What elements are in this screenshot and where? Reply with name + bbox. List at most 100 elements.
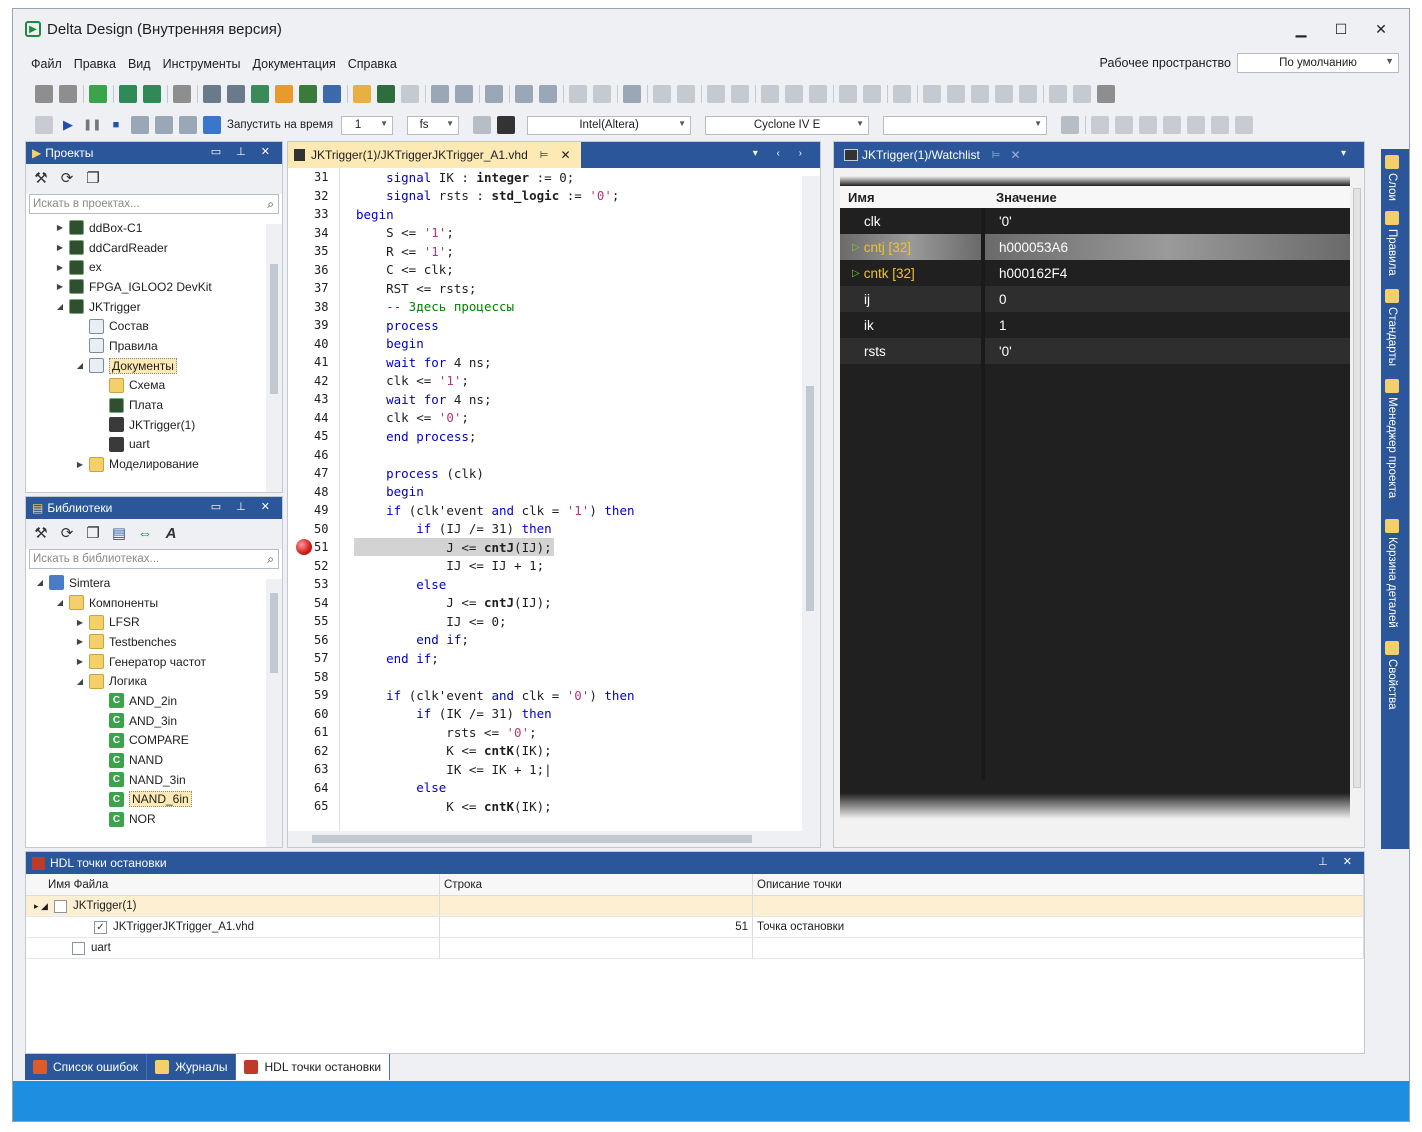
collapse-icon[interactable]: ❐: [84, 170, 102, 188]
tree-item[interactable]: C NAND_6in: [26, 790, 282, 810]
toolbar-tool-icon[interactable]: [1019, 85, 1037, 103]
toolbar-tool-icon[interactable]: [173, 85, 191, 103]
tree-item[interactable]: C NOR: [26, 809, 282, 829]
pin-icon[interactable]: [1061, 116, 1080, 134]
grid-icon[interactable]: [1163, 116, 1182, 134]
tree-item[interactable]: ▶ ex: [26, 257, 282, 277]
toolbar-tool-icon[interactable]: [323, 85, 341, 103]
expand-arrow-icon[interactable]: ▶: [54, 282, 66, 291]
expand-arrow-icon[interactable]: ▸ ◢: [34, 901, 48, 912]
toolbar-tool-icon[interactable]: [401, 85, 419, 103]
step-over-icon[interactable]: [155, 116, 173, 134]
watch-scrollbar[interactable]: [1350, 178, 1364, 818]
expand-arrow-icon[interactable]: ▶: [74, 460, 86, 469]
tree-item[interactable]: C AND_2in: [26, 691, 282, 711]
tree-item[interactable]: uart: [26, 435, 282, 455]
toolbar-tool-icon[interactable]: [377, 85, 395, 103]
code-line[interactable]: 60 if (IK /= 31) then: [288, 705, 802, 724]
chevron-down-icon[interactable]: ▾: [1341, 148, 1354, 159]
tree-item[interactable]: ▶ ddCardReader: [26, 238, 282, 258]
tree-item[interactable]: ▶ FPGA_IGLOO2 DevKit: [26, 277, 282, 297]
code-line[interactable]: 54 J <= cntJ(IJ);: [288, 594, 802, 613]
side-dock-item[interactable]: Правила: [1385, 211, 1399, 276]
expand-arrow-icon[interactable]: ▶: [74, 618, 86, 627]
code-line[interactable]: 53 else: [288, 575, 802, 594]
grid-icon[interactable]: [1115, 116, 1134, 134]
toolbar-tool-icon[interactable]: [839, 85, 857, 103]
toolbar-tool-icon[interactable]: [431, 85, 449, 103]
pause-icon[interactable]: ❚❚: [83, 116, 101, 134]
code-line[interactable]: 61 rsts <= '0';: [288, 723, 802, 742]
scroll-thumb[interactable]: [806, 386, 814, 611]
expand-arrow-icon[interactable]: ▶: [74, 657, 86, 666]
projects-scrollbar[interactable]: [266, 224, 282, 492]
code-line[interactable]: 56 end if;: [288, 631, 802, 650]
toolbar-tool-icon[interactable]: [569, 85, 587, 103]
tab-vhd-file[interactable]: JKTrigger(1)/JKTriggerJKTrigger_A1.vhd ⊨…: [288, 142, 581, 168]
side-dock-item[interactable]: Слои: [1385, 155, 1399, 201]
tree-item[interactable]: ▶ ddBox-C1: [26, 218, 282, 238]
code-line[interactable]: 52 IJ <= IJ + 1;: [288, 557, 802, 576]
library-icon[interactable]: ▤: [110, 525, 128, 543]
code-line[interactable]: 36 C <= clk;: [288, 261, 802, 280]
refresh-icon[interactable]: ⟳: [58, 170, 76, 188]
toolbar-tool-icon[interactable]: [785, 85, 803, 103]
code-area[interactable]: 31 signal IK : integer := 0; 32 signal rs…: [288, 168, 820, 831]
toolbar-tool-icon[interactable]: [353, 85, 371, 103]
scroll-thumb[interactable]: [270, 593, 278, 673]
expand-arrow-icon[interactable]: ◢: [74, 677, 86, 686]
expand-arrow-icon[interactable]: ▶: [74, 637, 86, 646]
tree-item[interactable]: ◢ Логика: [26, 671, 282, 691]
step-back-icon[interactable]: [473, 116, 492, 134]
tree-item[interactable]: Правила: [26, 336, 282, 356]
menu-documentation[interactable]: Документация: [247, 57, 342, 71]
libraries-search-input[interactable]: Искать в библиотеках... ⌕: [29, 549, 279, 569]
layout-icon[interactable]: [1211, 116, 1230, 134]
move-icon[interactable]: ⇔: [136, 525, 154, 543]
stop-icon[interactable]: ■: [107, 116, 125, 134]
code-line[interactable]: 39 process: [288, 316, 802, 335]
step-out-icon[interactable]: [179, 116, 197, 134]
toolbar-tool-icon[interactable]: [893, 85, 911, 103]
breakpoint-checkbox[interactable]: ✓: [94, 920, 107, 934]
code-line[interactable]: 31 signal IK : integer := 0;: [288, 168, 802, 187]
breakpoint-row[interactable]: uart: [26, 938, 1364, 959]
layout-icon[interactable]: [1235, 116, 1254, 134]
code-line[interactable]: 40 begin: [288, 335, 802, 354]
menu-help[interactable]: Справка: [342, 57, 403, 71]
tree-item[interactable]: Плата: [26, 395, 282, 415]
extra-select[interactable]: ▼: [883, 115, 1048, 135]
code-line[interactable]: 63 IK <= IK + 1;|: [288, 760, 802, 779]
toolbar-tool-icon[interactable]: [35, 85, 53, 103]
toolbar-tool-icon[interactable]: [203, 85, 221, 103]
tree-item[interactable]: ◢ Документы: [26, 356, 282, 376]
toolbar-tool-icon[interactable]: [1073, 85, 1091, 103]
tree-item[interactable]: C COMPARE: [26, 731, 282, 751]
workspace-select[interactable]: По умолчанию ▼: [1237, 53, 1399, 73]
code-line[interactable]: 35 R <= '1';: [288, 242, 802, 261]
menu-tools[interactable]: Инструменты: [157, 57, 247, 71]
expand-arrow-icon[interactable]: ▶: [54, 243, 66, 252]
breakpoint-row[interactable]: ✓ JKTriggerJKTrigger_A1.vhd 51 Точка остано…: [26, 917, 1364, 938]
code-line[interactable]: 65 K <= cntK(IK);: [288, 797, 802, 816]
watch-row[interactable]: rsts '0': [840, 338, 1350, 364]
grid-icon[interactable]: [1139, 116, 1158, 134]
toolbar-tool-icon[interactable]: [539, 85, 557, 103]
libraries-scrollbar[interactable]: [266, 579, 282, 847]
refresh-icon[interactable]: ⟳: [58, 525, 76, 543]
code-line[interactable]: 34 S <= '1';: [288, 224, 802, 243]
toolbar-tool-icon[interactable]: [623, 85, 641, 103]
toolbar-tool-icon[interactable]: [731, 85, 749, 103]
collapse-icon[interactable]: ❐: [84, 525, 102, 543]
tree-item[interactable]: ◢ Компоненты: [26, 593, 282, 613]
toolbar-tool-icon[interactable]: [299, 85, 317, 103]
tree-item[interactable]: Схема: [26, 376, 282, 396]
tree-item[interactable]: C AND_3in: [26, 711, 282, 731]
code-line[interactable]: 33 begin: [288, 205, 802, 224]
close-button[interactable]: ✕: [1361, 17, 1401, 41]
step-icon[interactable]: [35, 116, 53, 134]
doc-icon[interactable]: [1091, 116, 1110, 134]
side-dock-item[interactable]: Свойства: [1385, 641, 1399, 710]
expand-arrow-icon[interactable]: ▷: [852, 268, 860, 279]
toolbar-tool-icon[interactable]: [89, 85, 107, 103]
